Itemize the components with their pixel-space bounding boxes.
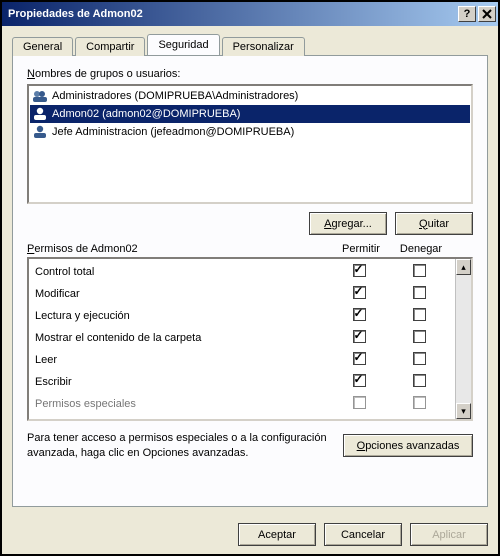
allow-checkbox[interactable] <box>353 352 366 365</box>
perm-name: Leer <box>35 354 329 366</box>
permissions-for-label: Permisos de Admon02 <box>27 243 331 255</box>
close-button[interactable] <box>478 6 496 22</box>
window-title: Propiedades de Admon02 <box>8 8 143 20</box>
scroll-down-button[interactable]: ▾ <box>456 403 471 419</box>
allow-checkbox[interactable] <box>353 286 366 299</box>
perm-row: Permisos especiales <box>29 393 455 415</box>
tab-general[interactable]: General <box>12 37 73 56</box>
tab-strip: General Compartir Seguridad Personalizar <box>12 34 488 55</box>
perm-row: Escribir <box>29 371 455 393</box>
tab-personalizar[interactable]: Personalizar <box>222 37 305 56</box>
permissions-allow-header: Permitir <box>331 243 391 255</box>
deny-checkbox[interactable] <box>413 374 426 387</box>
apply-button[interactable]: Aplicar <box>410 523 488 546</box>
remove-button[interactable]: Quitar <box>395 212 473 235</box>
allow-checkbox[interactable] <box>353 308 366 321</box>
deny-checkbox[interactable] <box>413 352 426 365</box>
permissions-header: Permisos de Admon02 Permitir Denegar <box>27 241 473 257</box>
allow-checkbox[interactable] <box>353 396 366 409</box>
dialog-footer: Aceptar Cancelar Aplicar <box>2 515 498 554</box>
cancel-button[interactable]: Cancelar <box>324 523 402 546</box>
permissions-scrollbar[interactable]: ▴ ▾ <box>455 259 471 419</box>
user-display: Administradores (DOMIPRUEBA\Administrado… <box>52 90 298 102</box>
perm-row: Lectura y ejecución <box>29 305 455 327</box>
scroll-track[interactable] <box>456 275 471 403</box>
perm-name: Modificar <box>35 288 329 300</box>
permissions-list: Control total Modificar Lectura y ejecuc… <box>27 257 473 421</box>
user-row[interactable]: Administradores (DOMIPRUEBA\Administrado… <box>30 87 470 105</box>
deny-checkbox[interactable] <box>413 396 426 409</box>
perm-name: Lectura y ejecución <box>35 310 329 322</box>
advanced-note-row: Para tener acceso a permisos especiales … <box>27 431 473 461</box>
help-button[interactable]: ? <box>458 6 476 22</box>
users-label: Nombres de grupos o usuarios: <box>27 68 473 80</box>
user-row[interactable]: Jefe Administracion (jefeadmon@DOMIPRUEB… <box>30 123 470 141</box>
user-icon <box>32 106 48 122</box>
allow-checkbox[interactable] <box>353 264 366 277</box>
permissions-scroll-area: Control total Modificar Lectura y ejecuc… <box>29 259 455 419</box>
perm-name: Control total <box>35 266 329 278</box>
tab-page-seguridad: Nombres de grupos o usuarios: Administra… <box>12 55 488 507</box>
users-listbox[interactable]: Administradores (DOMIPRUEBA\Administrado… <box>27 84 473 204</box>
allow-checkbox[interactable] <box>353 330 366 343</box>
close-icon <box>482 9 492 19</box>
perm-row: Modificar <box>29 283 455 305</box>
tab-seguridad[interactable]: Seguridad <box>147 34 219 55</box>
advanced-note: Para tener acceso a permisos especiales … <box>27 431 335 461</box>
user-display: Jefe Administracion (jefeadmon@DOMIPRUEB… <box>52 126 294 138</box>
perm-name: Escribir <box>35 376 329 388</box>
client-area: General Compartir Seguridad Personalizar… <box>2 26 498 515</box>
user-icon <box>32 124 48 140</box>
perm-row: Leer <box>29 349 455 371</box>
deny-checkbox[interactable] <box>413 286 426 299</box>
perm-row: Mostrar el contenido de la carpeta <box>29 327 455 349</box>
permissions-deny-header: Denegar <box>391 243 451 255</box>
user-display: Admon02 (admon02@DOMIPRUEBA) <box>52 108 240 120</box>
add-button[interactable]: Agregar... <box>309 212 387 235</box>
titlebar: Propiedades de Admon02 ? <box>2 2 498 26</box>
perm-name: Mostrar el contenido de la carpeta <box>35 332 329 344</box>
deny-checkbox[interactable] <box>413 308 426 321</box>
group-icon <box>32 88 48 104</box>
properties-dialog: Propiedades de Admon02 ? General Compart… <box>0 0 500 556</box>
perm-name: Permisos especiales <box>35 398 329 410</box>
perm-row: Control total <box>29 261 455 283</box>
deny-checkbox[interactable] <box>413 330 426 343</box>
ok-button[interactable]: Aceptar <box>238 523 316 546</box>
user-row[interactable]: Admon02 (admon02@DOMIPRUEBA) <box>30 105 470 123</box>
scroll-up-button[interactable]: ▴ <box>456 259 471 275</box>
users-buttons: Agregar... Quitar <box>27 212 473 235</box>
tab-compartir[interactable]: Compartir <box>75 37 145 56</box>
allow-checkbox[interactable] <box>353 374 366 387</box>
advanced-button[interactable]: Opciones avanzadas <box>343 434 473 457</box>
deny-checkbox[interactable] <box>413 264 426 277</box>
